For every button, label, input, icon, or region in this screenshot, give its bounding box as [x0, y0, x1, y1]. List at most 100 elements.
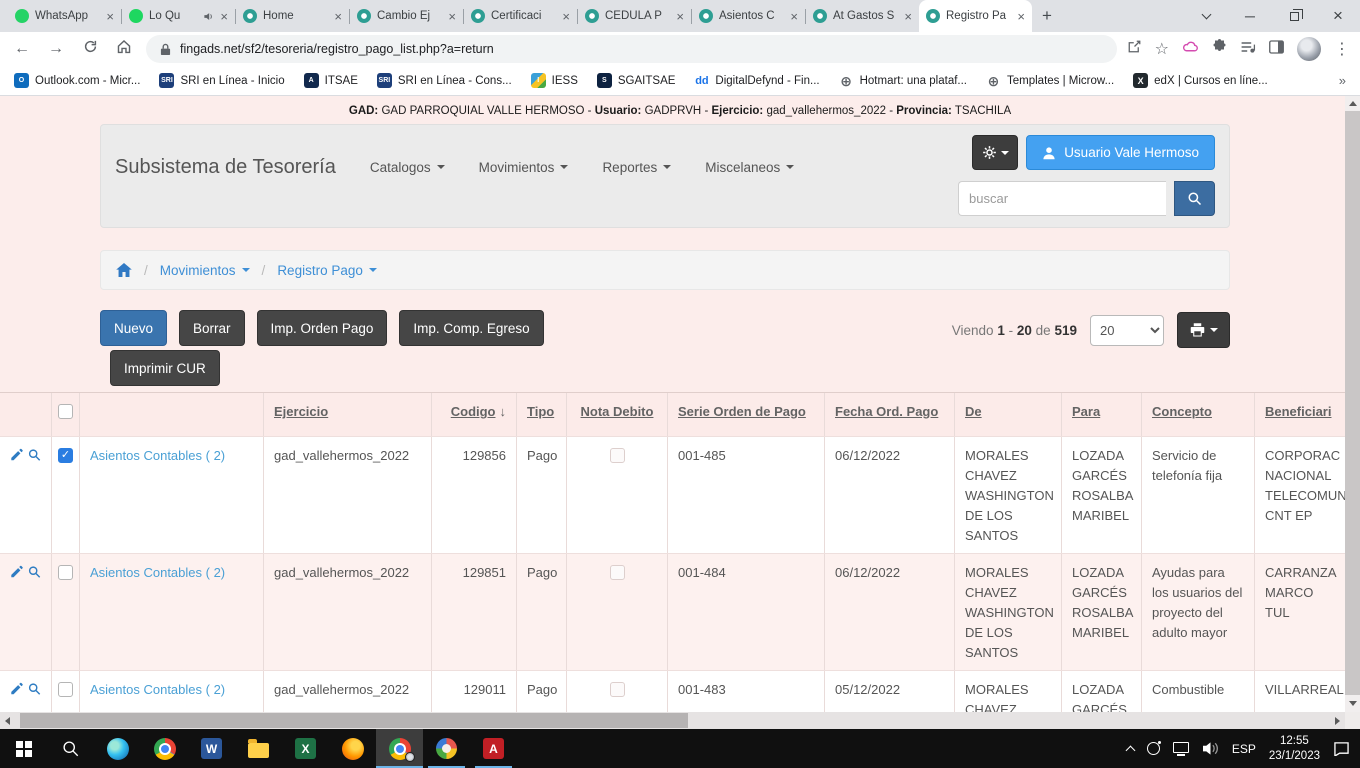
scroll-right-arrow[interactable]: [1330, 712, 1345, 729]
weather-extension-icon[interactable]: [1182, 40, 1199, 58]
search-input[interactable]: [958, 181, 1166, 216]
borrar-button[interactable]: Borrar: [179, 310, 245, 346]
vertical-scrollbar-thumb[interactable]: [1345, 111, 1360, 695]
volume-icon[interactable]: [1202, 741, 1219, 756]
header-nota-debito[interactable]: Nota Debito: [567, 393, 668, 436]
window-restore-button[interactable]: [1272, 0, 1316, 32]
reload-icon[interactable]: [78, 39, 102, 59]
imp-comp-egreso-button[interactable]: Imp. Comp. Egreso: [399, 310, 543, 346]
bookmark-outlook[interactable]: OOutlook.com - Micr...: [14, 73, 140, 88]
edit-pencil-icon[interactable]: [10, 682, 23, 696]
tab-close-icon[interactable]: ×: [448, 10, 456, 23]
forward-icon[interactable]: →: [44, 40, 68, 58]
vertical-scrollbar[interactable]: [1345, 96, 1360, 712]
bookmarks-overflow-icon[interactable]: »: [1339, 73, 1346, 88]
side-panel-icon[interactable]: [1269, 40, 1284, 59]
row-checkbox[interactable]: [58, 565, 73, 580]
view-magnifier-icon[interactable]: [28, 565, 41, 579]
taskbar-chrome-icon[interactable]: [141, 729, 188, 768]
scroll-left-arrow[interactable]: [0, 712, 15, 729]
tab-whatsapp[interactable]: WhatsApp ×: [8, 0, 121, 32]
select-all-checkbox[interactable]: [58, 404, 73, 419]
header-codigo[interactable]: Codigo↓: [432, 393, 517, 436]
tab-close-icon[interactable]: ×: [904, 10, 912, 23]
taskbar-edge-icon[interactable]: [94, 729, 141, 768]
new-tab-button[interactable]: +: [1032, 6, 1062, 32]
asientos-contables-link[interactable]: Asientos Contables ( 2): [90, 565, 225, 580]
network-icon[interactable]: [1173, 742, 1189, 753]
taskbar-file-explorer-icon[interactable]: [235, 729, 282, 768]
tab-close-icon[interactable]: ×: [1017, 10, 1025, 23]
scroll-up-arrow[interactable]: [1345, 96, 1360, 111]
user-button[interactable]: Usuario Vale Hermoso: [1026, 135, 1215, 170]
row-checkbox[interactable]: ✓: [58, 448, 73, 463]
tab-certificacion[interactable]: Certificaci ×: [464, 0, 577, 32]
tray-expand-icon[interactable]: [1125, 745, 1135, 755]
start-button[interactable]: [0, 729, 47, 768]
tab-close-icon[interactable]: ×: [676, 10, 684, 23]
taskbar-chrome-active-icon[interactable]: [376, 729, 423, 768]
tab-audio-icon[interactable]: [203, 11, 214, 22]
url-text[interactable]: fingads.net/sf2/tesoreria/registro_pago_…: [180, 42, 494, 56]
header-de[interactable]: De: [955, 393, 1062, 436]
home-icon[interactable]: [112, 39, 136, 59]
extensions-puzzle-icon[interactable]: [1212, 39, 1227, 59]
print-button[interactable]: [1177, 312, 1230, 348]
breadcrumb-movimientos[interactable]: Movimientos: [160, 263, 250, 278]
nota-debito-checkbox[interactable]: [610, 682, 625, 697]
imp-orden-pago-button[interactable]: Imp. Orden Pago: [257, 310, 388, 346]
tab-close-icon[interactable]: ×: [562, 10, 570, 23]
tray-app-icon[interactable]: [1147, 742, 1160, 755]
bookmark-sgaitsae[interactable]: SSGAITSAE: [597, 73, 676, 88]
breadcrumb-registro-pago[interactable]: Registro Pago: [277, 263, 377, 278]
bookmark-itsae[interactable]: AITSAE: [304, 73, 358, 88]
scroll-down-arrow[interactable]: [1345, 696, 1360, 711]
tab-spotify[interactable]: Lo Qu ×: [122, 0, 235, 32]
tab-close-icon[interactable]: ×: [106, 10, 114, 23]
tab-close-icon[interactable]: ×: [334, 10, 342, 23]
menu-miscelaneos[interactable]: Miscelaneos: [705, 160, 794, 175]
taskbar-firefox-icon[interactable]: [329, 729, 376, 768]
nota-debito-checkbox[interactable]: [610, 448, 625, 463]
tab-close-icon[interactable]: ×: [220, 10, 228, 23]
tab-close-icon[interactable]: ×: [790, 10, 798, 23]
url-bar[interactable]: fingads.net/sf2/tesoreria/registro_pago_…: [146, 35, 1117, 63]
home-icon[interactable]: [116, 263, 132, 277]
taskbar-excel-icon[interactable]: X: [282, 729, 329, 768]
nuevo-button[interactable]: Nuevo: [100, 310, 167, 346]
header-beneficiario[interactable]: Beneficiari: [1255, 393, 1345, 436]
tab-cedula[interactable]: CEDULA P ×: [578, 0, 691, 32]
edit-pencil-icon[interactable]: [10, 448, 23, 462]
header-tipo[interactable]: Tipo: [517, 393, 567, 436]
view-magnifier-icon[interactable]: [28, 448, 41, 462]
tab-at-gastos[interactable]: At Gastos S ×: [806, 0, 919, 32]
back-icon[interactable]: ←: [10, 40, 34, 58]
settings-gear-button[interactable]: [972, 135, 1018, 170]
menu-catalogos[interactable]: Catalogos: [370, 160, 445, 175]
tab-cambio-ejercicio[interactable]: Cambio Ej ×: [350, 0, 463, 32]
taskbar-acrobat-icon[interactable]: A: [470, 729, 517, 768]
tab-search-chevron-icon[interactable]: [1184, 0, 1228, 32]
header-para[interactable]: Para: [1062, 393, 1142, 436]
asientos-contables-link[interactable]: Asientos Contables ( 2): [90, 448, 225, 463]
nota-debito-checkbox[interactable]: [610, 565, 625, 580]
tab-asientos[interactable]: Asientos C ×: [692, 0, 805, 32]
bookmark-digitaldefynd[interactable]: ddDigitalDefynd - Fin...: [694, 73, 819, 88]
taskbar-word-icon[interactable]: W: [188, 729, 235, 768]
share-icon[interactable]: [1127, 39, 1142, 59]
edit-pencil-icon[interactable]: [10, 565, 23, 579]
header-serie[interactable]: Serie Orden de Pago: [668, 393, 825, 436]
tab-home[interactable]: Home ×: [236, 0, 349, 32]
header-fecha[interactable]: Fecha Ord. Pago: [825, 393, 955, 436]
page-size-select[interactable]: 20: [1090, 315, 1164, 346]
tab-registro-pago[interactable]: Registro Pa ×: [919, 0, 1032, 32]
imprimir-cur-button[interactable]: Imprimir CUR: [110, 350, 220, 386]
browser-menu-kebab-icon[interactable]: ⋮: [1334, 39, 1350, 59]
view-magnifier-icon[interactable]: [28, 682, 41, 696]
taskbar-clock[interactable]: 12:5523/1/2023: [1269, 734, 1320, 763]
notifications-icon[interactable]: [1333, 741, 1350, 756]
bookmark-templates[interactable]: ⊕Templates | Microw...: [986, 73, 1114, 88]
media-playlist-icon[interactable]: [1240, 40, 1256, 59]
window-minimize-button[interactable]: ─: [1228, 0, 1272, 32]
profile-avatar[interactable]: [1297, 37, 1321, 61]
